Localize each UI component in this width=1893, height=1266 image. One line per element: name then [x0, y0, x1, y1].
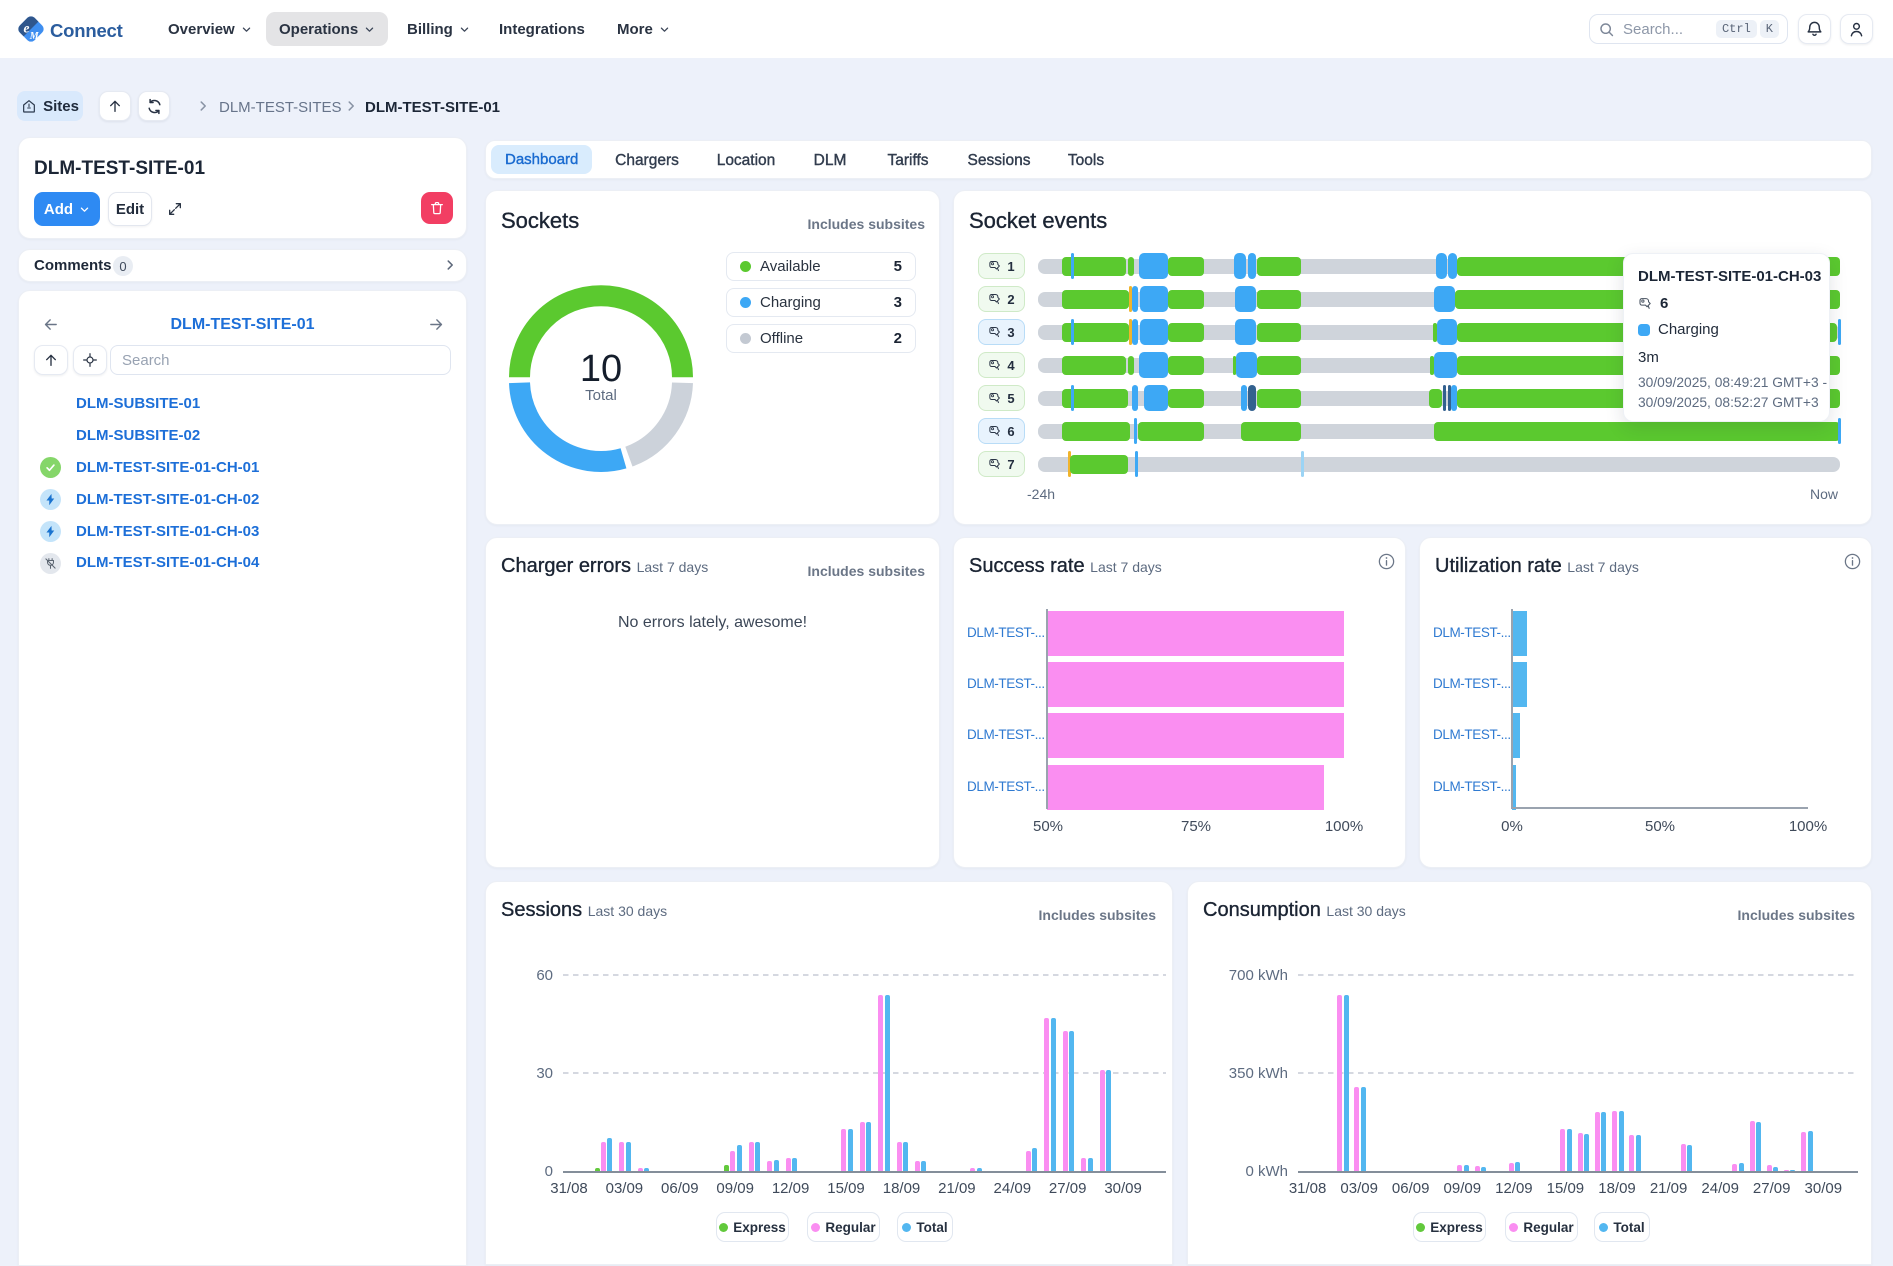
svg-text:e: e [24, 20, 30, 35]
svg-text:M: M [29, 31, 40, 42]
